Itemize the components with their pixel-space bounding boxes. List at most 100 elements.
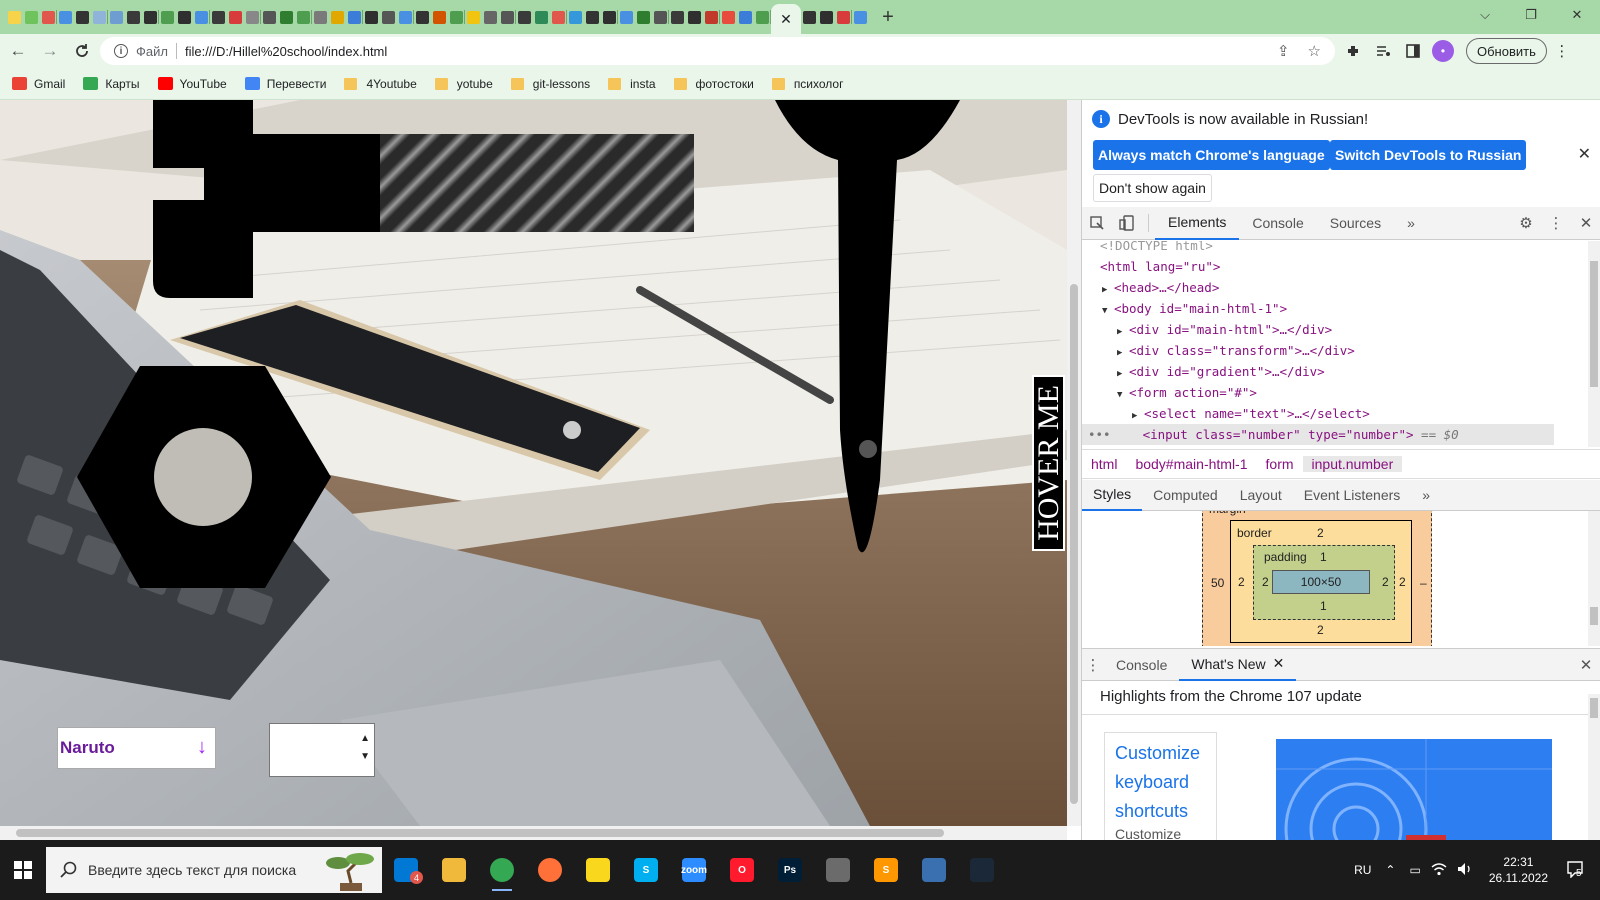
browser-tab[interactable]: [801, 0, 818, 34]
customize-shortcuts-link-2[interactable]: keyboard: [1115, 768, 1206, 797]
browser-tab[interactable]: [448, 0, 465, 34]
customize-shortcuts-link-1[interactable]: Customize: [1115, 739, 1206, 768]
bookmark-item[interactable]: 4Youtube: [344, 77, 417, 91]
more-style-tabs-icon[interactable]: »: [1411, 480, 1441, 511]
show-hidden-icons-icon[interactable]: ⌃: [1385, 863, 1395, 877]
scrollbar-thumb[interactable]: [1070, 284, 1078, 804]
sticky-notes-app[interactable]: [574, 847, 622, 893]
close-infobar-icon[interactable]: ✕: [1578, 144, 1591, 164]
browser-tab[interactable]: [244, 0, 261, 34]
scrollbar-thumb[interactable]: [16, 829, 944, 837]
spin-down-icon[interactable]: ▼: [360, 748, 370, 766]
start-button[interactable]: [0, 847, 46, 893]
address-bar[interactable]: i Файл file:///D:/Hillel%20school/index.…: [100, 37, 1335, 65]
browser-tab[interactable]: [40, 0, 57, 34]
dom-div-gradient[interactable]: ▶ <div id="gradient">…</div>: [1117, 361, 1325, 382]
breadcrumb-form[interactable]: form: [1257, 456, 1303, 472]
dom-head[interactable]: ▶ <head>…</head>: [1102, 277, 1219, 298]
paint-app[interactable]: [910, 847, 958, 893]
bookmark-item[interactable]: yotube: [434, 77, 493, 91]
opera-app[interactable]: O: [718, 847, 766, 893]
browser-tab[interactable]: [125, 0, 142, 34]
dom-doctype[interactable]: <!DOCTYPE html>: [1100, 241, 1213, 256]
media-controls-icon[interactable]: [1368, 36, 1398, 66]
drawer-menu-icon[interactable]: ⋮: [1082, 650, 1104, 680]
whats-new-illustration[interactable]: [1276, 739, 1552, 840]
always-match-language-button[interactable]: Always match Chrome's language: [1093, 140, 1330, 170]
active-tab[interactable]: ✕: [771, 4, 801, 34]
mail-app[interactable]: 4: [382, 847, 430, 893]
border-bottom-value[interactable]: 2: [1317, 623, 1324, 637]
number-spinner[interactable]: ▲ ▼: [360, 730, 370, 766]
browser-tab[interactable]: [516, 0, 533, 34]
browser-tab[interactable]: [550, 0, 567, 34]
dom-scrollbar[interactable]: [1588, 241, 1600, 447]
browser-tab[interactable]: [91, 0, 108, 34]
browser-tab[interactable]: [142, 0, 159, 34]
breadcrumb-body[interactable]: body#main-html-1: [1126, 456, 1256, 472]
browser-tab[interactable]: [703, 0, 720, 34]
border-left-value[interactable]: 2: [1238, 575, 1245, 589]
tab-computed[interactable]: Computed: [1142, 480, 1229, 511]
browser-tab[interactable]: [720, 0, 737, 34]
browser-tab[interactable]: [414, 0, 431, 34]
forward-button[interactable]: →: [36, 37, 64, 65]
bookmark-item[interactable]: Перевести: [244, 77, 326, 91]
browser-tab[interactable]: [431, 0, 448, 34]
display-icon[interactable]: ▭: [1409, 863, 1420, 877]
browser-tab[interactable]: [74, 0, 91, 34]
dom-div-transform[interactable]: ▶ <div class="transform">…</div>: [1117, 340, 1355, 361]
browser-tab[interactable]: [465, 0, 482, 34]
close-devtools-icon[interactable]: ✕: [1571, 208, 1600, 238]
whats-new-card[interactable]: Customize keyboard shortcuts Customize: [1104, 732, 1217, 840]
margin-left-value[interactable]: 50: [1211, 576, 1224, 590]
bookmark-item[interactable]: Gmail: [12, 77, 65, 91]
border-right-value[interactable]: 2: [1399, 575, 1406, 589]
scrollbar-thumb[interactable]: [1590, 607, 1598, 625]
calculator-app[interactable]: [814, 847, 862, 893]
browser-tab[interactable]: [601, 0, 618, 34]
browser-tab[interactable]: [346, 0, 363, 34]
explorer-app[interactable]: [430, 847, 478, 893]
tab-sources[interactable]: Sources: [1317, 207, 1394, 240]
share-icon[interactable]: ⇪: [1277, 42, 1290, 60]
border-top-value[interactable]: 2: [1317, 526, 1324, 540]
site-info-icon[interactable]: i: [114, 44, 128, 58]
browser-menu-icon[interactable]: ⋮: [1547, 36, 1577, 66]
tab-styles[interactable]: Styles: [1082, 480, 1143, 511]
browser-tab[interactable]: [754, 0, 771, 34]
tab-event-listeners[interactable]: Event Listeners: [1293, 480, 1412, 511]
spin-up-icon[interactable]: ▲: [360, 730, 370, 748]
padding-top-value[interactable]: 1: [1320, 550, 1327, 564]
browser-tab[interactable]: [567, 0, 584, 34]
whats-new-scrollbar[interactable]: [1588, 694, 1600, 840]
browser-tab[interactable]: [193, 0, 210, 34]
volume-icon[interactable]: [1457, 862, 1473, 879]
page-horizontal-scrollbar[interactable]: [0, 826, 1067, 840]
browser-tab[interactable]: [618, 0, 635, 34]
drawer-tab-whats-new[interactable]: What's New ✕: [1179, 648, 1297, 681]
breadcrumb-input[interactable]: input.number: [1302, 456, 1403, 472]
browser-tab[interactable]: [818, 0, 835, 34]
profile-button[interactable]: •: [1428, 36, 1458, 66]
new-tab-button[interactable]: +: [873, 2, 903, 32]
browser-tab[interactable]: [584, 0, 601, 34]
browser-tab[interactable]: [295, 0, 312, 34]
browser-tab[interactable]: [852, 0, 869, 34]
restore-button[interactable]: ❐: [1508, 0, 1554, 30]
browser-tab[interactable]: [380, 0, 397, 34]
wifi-icon[interactable]: [1431, 862, 1447, 879]
box-model-content[interactable]: 100×50: [1272, 570, 1370, 594]
switch-to-russian-button[interactable]: Switch DevTools to Russian: [1330, 140, 1527, 170]
settings-gear-icon[interactable]: ⚙: [1511, 208, 1541, 238]
collapse-arrow-icon[interactable]: ▼: [1117, 385, 1129, 406]
browser-tab[interactable]: [159, 0, 176, 34]
device-toolbar-icon[interactable]: [1112, 208, 1142, 238]
tab-console[interactable]: Console: [1239, 207, 1316, 240]
close-tab-icon[interactable]: ✕: [780, 11, 792, 28]
browser-tab[interactable]: [6, 0, 23, 34]
browser-tab[interactable]: [635, 0, 652, 34]
padding-left-value[interactable]: 2: [1262, 575, 1269, 589]
taskbar-search-box[interactable]: Введите здесь текст для поиска: [46, 847, 382, 893]
browser-tab[interactable]: [533, 0, 550, 34]
